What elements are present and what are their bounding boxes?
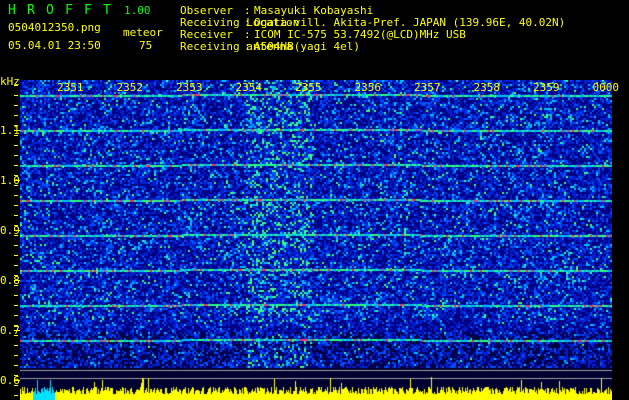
meteor-label: meteor <box>123 26 163 39</box>
y-minor-tick <box>14 145 18 146</box>
y-minor-tick <box>14 125 18 126</box>
info-value: A504HB(yagi 4el) <box>254 40 360 53</box>
y-minor-tick <box>14 155 18 156</box>
x-tick-label: 2353 <box>176 81 203 94</box>
y-minor-tick <box>14 245 18 246</box>
filename: 0504012350.png <box>8 21 101 34</box>
y-minor-tick <box>14 345 18 346</box>
y-minor-tick <box>14 315 18 316</box>
y-minor-tick <box>14 285 18 286</box>
title-letter: H <box>8 3 16 18</box>
y-minor-tick <box>14 225 18 226</box>
y-minor-tick <box>14 255 18 256</box>
y-minor-tick <box>14 355 18 356</box>
title-letter: T <box>103 3 111 18</box>
y-minor-tick <box>14 175 18 176</box>
info-value: Ogata-vill. Akita-Pref. JAPAN (139.96E, … <box>254 16 566 29</box>
x-tick-label: 2357 <box>414 81 441 94</box>
info-label: Receiver <box>180 28 233 41</box>
spectrogram <box>20 80 612 400</box>
y-minor-tick <box>14 275 18 276</box>
y-minor-tick <box>14 295 18 296</box>
y-minor-tick <box>14 365 18 366</box>
info-sep: : <box>244 40 251 53</box>
title-letter: O <box>46 3 54 18</box>
x-tick-label: 2358 <box>473 81 501 94</box>
y-minor-tick <box>14 195 18 196</box>
title-letter: F <box>65 3 73 18</box>
x-tick-label: 2359 <box>533 81 560 94</box>
x-tick-label: 2355 <box>295 81 322 94</box>
info-sep: : <box>244 16 251 29</box>
y-minor-tick <box>14 215 18 216</box>
y-minor-tick <box>14 265 18 266</box>
info-sep: : <box>244 28 251 41</box>
x-tick-label: 2354 <box>235 81 263 94</box>
version: 1.00 <box>124 4 151 17</box>
info-value: ICOM IC-575 53.7492(@LCD)MHz USB <box>254 28 466 41</box>
x-tick-label: 2352 <box>116 81 144 94</box>
y-minor-tick <box>14 95 18 96</box>
title-letter: R <box>27 3 35 18</box>
y-minor-tick <box>14 375 18 376</box>
y-minor-tick <box>14 305 18 306</box>
y-minor-tick <box>14 205 18 206</box>
x-tick-label: 2351 <box>57 81 84 94</box>
y-minor-tick <box>14 385 18 386</box>
y-axis-label: kHz <box>0 75 20 88</box>
y-minor-tick <box>14 105 18 106</box>
x-tick-label: 0000 <box>592 81 620 94</box>
y-minor-tick <box>14 115 18 116</box>
y-minor-tick <box>14 165 18 166</box>
datetime: 05.04.01 23:50 <box>8 39 101 52</box>
y-minor-tick <box>14 85 18 86</box>
info-label: Observer <box>180 4 233 17</box>
y-minor-tick <box>14 325 18 326</box>
title-letter: F <box>84 3 92 18</box>
info-sep: : <box>244 4 251 17</box>
x-tick-label: 2356 <box>354 81 382 94</box>
meteor-count: 75 <box>139 39 153 52</box>
y-minor-tick <box>14 235 18 236</box>
y-minor-tick <box>14 335 18 336</box>
y-minor-tick <box>14 135 18 136</box>
info-value: Masayuki Kobayashi <box>254 4 374 17</box>
y-minor-tick <box>14 395 18 396</box>
y-minor-tick <box>14 185 18 186</box>
